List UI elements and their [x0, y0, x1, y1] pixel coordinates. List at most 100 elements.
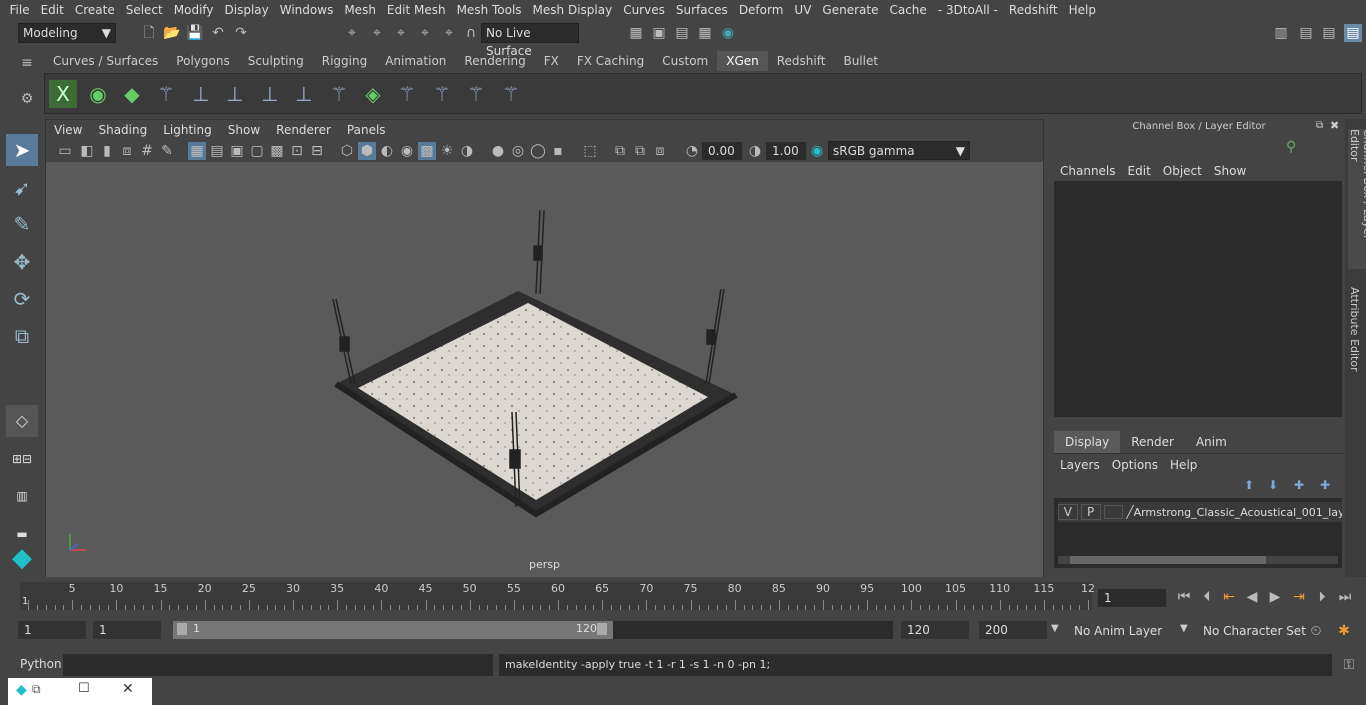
maximize-icon[interactable]: ☐	[78, 681, 90, 696]
layer-menu-options[interactable]: Options	[1106, 454, 1164, 476]
create-description-icon[interactable]: ◉	[84, 80, 112, 108]
playback-end-field[interactable]: 120	[901, 621, 969, 639]
tab-display[interactable]: Display	[1054, 431, 1121, 453]
snap-view-icon[interactable]: ⌖	[416, 24, 434, 42]
menu-generate[interactable]: Generate	[817, 3, 884, 17]
lasso-tool-icon[interactable]: ➹	[6, 172, 38, 204]
range-start-grip[interactable]	[177, 623, 187, 635]
guide-sculpt-icon[interactable]: ⊥	[256, 80, 284, 108]
time-ruler[interactable]: 5 10 15 20 25 30 35 40 45 50 55 60 65 70 75 80 85 90 95 100…	[20, 582, 1095, 610]
snap-surface-icon[interactable]: ⌖	[440, 24, 458, 42]
rotate-tool-icon[interactable]: ⟳	[6, 283, 38, 315]
xray-active-icon[interactable]: ⧉	[611, 142, 629, 160]
tab-anim[interactable]: Anim	[1185, 431, 1238, 453]
snap-grid-icon[interactable]: ⌖	[343, 24, 361, 42]
save-scene-icon[interactable]: 💾	[186, 24, 204, 42]
go-to-end-icon[interactable]: ⏭	[1336, 588, 1354, 606]
film-gate-icon[interactable]: ▤	[208, 142, 226, 160]
camera-attr-icon[interactable]: ◧	[78, 142, 96, 160]
end-time-field[interactable]: 200	[979, 621, 1047, 639]
redo-icon[interactable]: ↷	[232, 24, 250, 42]
viewport-menu-renderer[interactable]: Renderer	[268, 120, 339, 140]
wire-on-shaded-icon[interactable]: ◐	[378, 142, 396, 160]
snap-point-icon[interactable]: ⌖	[392, 24, 410, 42]
guide-delete-icon[interactable]: ⚚	[497, 80, 525, 108]
channel-menu-object[interactable]: Object	[1157, 161, 1208, 181]
menu--3dtoall-[interactable]: - 3DtoAll -	[932, 3, 1003, 17]
menu-help[interactable]: Help	[1063, 3, 1101, 17]
undo-icon[interactable]: ↶	[209, 24, 227, 42]
menu-cache[interactable]: Cache	[884, 3, 932, 17]
layer-menu-help[interactable]: Help	[1164, 454, 1203, 476]
field-chart-icon[interactable]: ▩	[268, 142, 286, 160]
tab-channel-box[interactable]: Channel Box / Layer Editor	[1348, 129, 1366, 269]
camera-select-icon[interactable]: ▭	[56, 142, 74, 160]
tab-render[interactable]: Render	[1120, 431, 1185, 453]
backface-icon[interactable]: ⧈	[651, 142, 669, 160]
dof-icon[interactable]: ◯	[529, 142, 547, 160]
go-to-start-icon[interactable]: ⏮	[1175, 588, 1193, 606]
textured-icon[interactable]: ◉	[398, 142, 416, 160]
guide-rebuild-icon[interactable]: ⚚	[393, 80, 421, 108]
render-view-icon[interactable]: ▦	[696, 24, 714, 42]
channel-box-toggle-icon[interactable]: ▤	[1344, 24, 1362, 42]
guide-add-icon[interactable]: ⊥	[221, 80, 249, 108]
layer-visibility-toggle[interactable]: V	[1058, 504, 1078, 520]
menu-windows[interactable]: Windows	[274, 3, 339, 17]
new-scene-icon[interactable]: 🗋	[140, 24, 158, 42]
gate-mask-icon[interactable]: ▢	[248, 142, 266, 160]
menu-modify[interactable]: Modify	[168, 3, 219, 17]
channel-menu-edit[interactable]: Edit	[1122, 161, 1157, 181]
step-back-icon[interactable]: ⏴	[1198, 588, 1216, 606]
layer-playback-toggle[interactable]: P	[1080, 504, 1101, 520]
guide-select-icon[interactable]: ⚚	[462, 80, 490, 108]
menu-mesh-tools[interactable]: Mesh Tools	[451, 3, 527, 17]
xgen-layer-icon[interactable]: ◈	[359, 80, 387, 108]
step-forward-key-icon[interactable]: ⇥	[1290, 588, 1308, 606]
layer-color-swatch[interactable]	[1103, 505, 1124, 519]
menu-edit-mesh[interactable]: Edit Mesh	[381, 3, 451, 17]
tab-fx-caching[interactable]: FX Caching	[568, 51, 653, 71]
open-scene-icon[interactable]: 📂	[163, 24, 181, 42]
viewport-3d[interactable]: persp	[46, 162, 1043, 577]
move-layer-up-icon[interactable]: ⬆	[1244, 478, 1254, 492]
layout-four-icon[interactable]: ⊞⊟	[6, 443, 38, 475]
pencil-icon[interactable]: ✎	[158, 142, 176, 160]
guide-cut-icon[interactable]: ⚚	[428, 80, 456, 108]
menu-edit[interactable]: Edit	[35, 3, 69, 17]
soft-select-icon[interactable]: ◇	[6, 405, 38, 437]
tab-xgen[interactable]: XGen	[717, 51, 768, 71]
menu-uv[interactable]: UV	[789, 3, 817, 17]
layout-two-icon[interactable]: ▥	[6, 480, 38, 512]
motion-blur-icon[interactable]: ●	[489, 142, 507, 160]
close-window-icon[interactable]: ✕	[122, 681, 134, 697]
play-backward-icon[interactable]: ◀	[1243, 588, 1261, 606]
step-forward-icon[interactable]: ⏵	[1313, 588, 1331, 606]
color-space-dropdown[interactable]: sRGB gamma ▼	[828, 141, 970, 160]
shelf-menu-icon[interactable]: ≡	[18, 54, 36, 72]
wireframe-grid-icon[interactable]: ▦	[188, 142, 206, 160]
wireframe-shade-icon[interactable]: ⬡	[338, 142, 356, 160]
step-back-key-icon[interactable]: ⇤	[1220, 588, 1238, 606]
ipr-render-icon[interactable]: ▤	[673, 24, 691, 42]
select-tool-icon[interactable]: ➤	[6, 134, 38, 166]
move-layer-down-icon[interactable]: ⬇	[1268, 478, 1278, 492]
image-plane-icon[interactable]: ⧈	[118, 142, 136, 160]
menu-surfaces[interactable]: Surfaces	[670, 3, 733, 17]
tab-custom[interactable]: Custom	[653, 51, 717, 71]
safe-action-icon[interactable]: ⊡	[288, 142, 306, 160]
tab-rendering[interactable]: Rendering	[455, 51, 534, 71]
maya-app-icon[interactable]: ◆	[16, 682, 27, 698]
xray-icon[interactable]: ▪	[549, 142, 567, 160]
workspace-layout-icon[interactable]: ▥	[1272, 24, 1290, 42]
command-language-label[interactable]: Python	[20, 657, 62, 671]
xgen-editor-icon[interactable]: X	[49, 80, 77, 108]
restore-icon[interactable]: ⧉	[32, 682, 41, 697]
smooth-shade-icon[interactable]: ⬢	[358, 142, 376, 160]
resolution-gate-icon[interactable]: ▣	[228, 142, 246, 160]
viewport-menu-lighting[interactable]: Lighting	[155, 120, 220, 140]
character-set-dropdown[interactable]: No Character Set	[1197, 622, 1306, 640]
guide-lock-icon[interactable]: ⊥	[290, 80, 318, 108]
workspace-dropdown[interactable]: Modeling ▼	[18, 23, 116, 43]
tab-bullet[interactable]: Bullet	[834, 51, 887, 71]
